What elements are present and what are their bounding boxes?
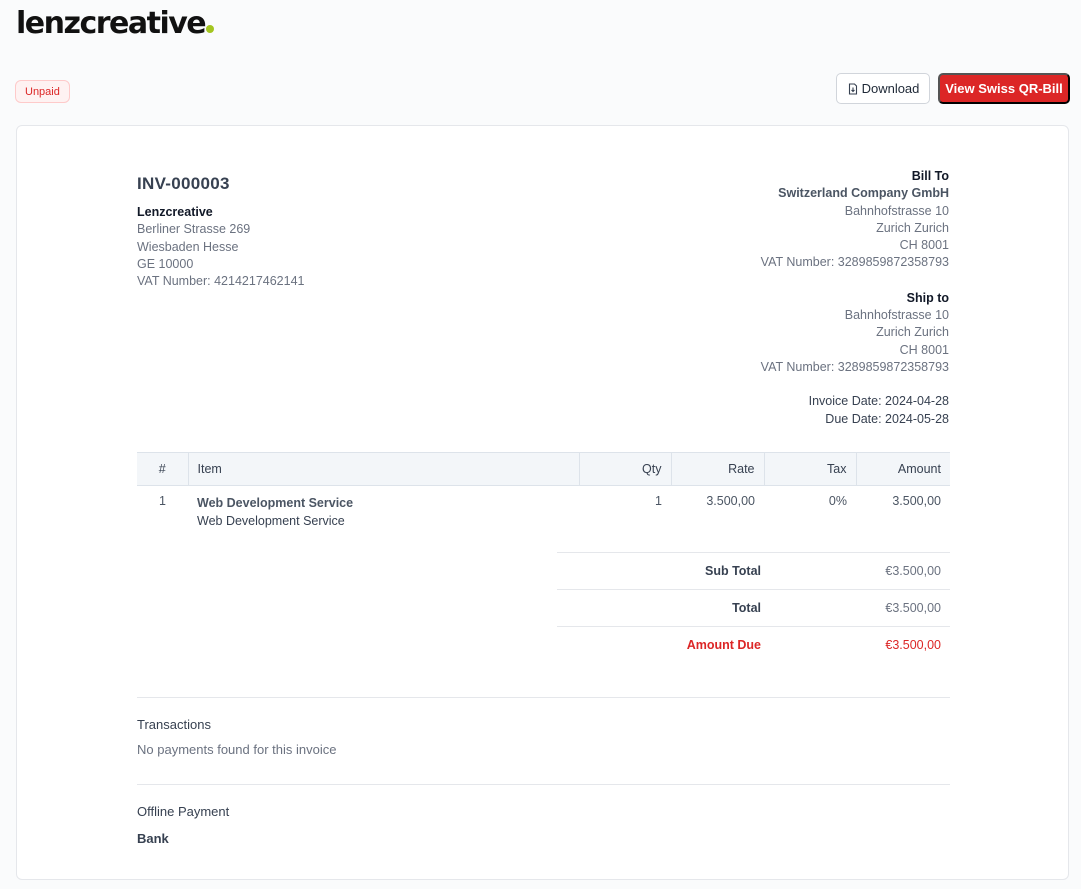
invoice-number: INV-000003 [137, 174, 230, 193]
col-item-header: Item [187, 452, 579, 486]
download-button[interactable]: Download [836, 73, 930, 104]
sender-name: Lenzcreative [137, 205, 213, 219]
col-rate-header: Rate [670, 452, 764, 486]
status-badge: Unpaid [15, 80, 70, 103]
row-tax: 0% [828, 494, 847, 508]
sender-city: Wiesbaden Hesse [137, 239, 239, 254]
divider [137, 784, 950, 785]
amount-due-value: €3.500,00 [885, 638, 941, 652]
offline-payment-title: Offline Payment [137, 804, 230, 819]
item-description: Web Development Service [197, 514, 345, 528]
divider [137, 697, 950, 698]
row-item: Web Development Service Web Development … [188, 486, 579, 531]
sub-total-row: Sub Total €3.500,00 [557, 552, 950, 589]
download-label: Download [861, 81, 920, 96]
bill-to-vat: VAT Number: 3289859872358793 [760, 255, 949, 270]
amount-due-label: Amount Due [686, 638, 761, 652]
table-row: 1 Web Development Service Web Developmen… [137, 486, 950, 531]
row-qty: 1 [655, 494, 662, 508]
amount-due-row: Amount Due €3.500,00 [557, 626, 950, 663]
col-tax-header: Tax [763, 452, 856, 486]
sender-postcode: GE 10000 [137, 256, 194, 271]
table-header-row: # Item Qty Rate Tax Amount [137, 452, 950, 486]
transactions-title: Transactions [137, 717, 211, 732]
file-download-icon [848, 82, 857, 95]
due-date: Due Date: 2024-05-28 [825, 411, 949, 426]
ship-to-postcode: CH 8001 [899, 342, 949, 357]
sender-street: Berliner Strasse 269 [137, 222, 251, 237]
transactions-empty-text: No payments found for this invoice [137, 742, 337, 757]
logo-dot [206, 25, 215, 33]
sender-vat: VAT Number: 4214217462141 [137, 274, 305, 289]
invoice-page: lenzcreative Unpaid Download View Swiss … [0, 0, 1081, 889]
view-qr-bill-button[interactable]: View Swiss QR-Bill [938, 73, 1070, 104]
row-rate: 3.500,00 [706, 494, 755, 508]
total-value: €3.500,00 [885, 601, 941, 615]
ship-to-vat: VAT Number: 3289859872358793 [760, 359, 949, 374]
totals-block: Sub Total €3.500,00 Total €3.500,00 Amou… [557, 552, 950, 663]
invoice-card: INV-000003 Lenzcreative Berliner Strasse… [16, 125, 1069, 880]
col-qty-header: Qty [578, 452, 671, 486]
sub-total-value: €3.500,00 [885, 564, 941, 578]
ship-to-heading: Ship to [906, 290, 949, 305]
col-number-header: # [137, 452, 188, 486]
bill-to-company: Switzerland Company GmbH [778, 186, 949, 201]
payment-method-bank: Bank [137, 831, 169, 846]
row-amount: 3.500,00 [892, 494, 941, 508]
bill-to-street: Bahnhofstrasse 10 [844, 203, 949, 218]
total-label: Total [732, 601, 761, 615]
sub-total-label: Sub Total [704, 564, 761, 578]
ship-to-city: Zurich Zurich [876, 325, 949, 340]
col-amount-header: Amount [855, 452, 950, 486]
bill-to-heading: Bill To [911, 169, 949, 183]
bill-to-postcode: CH 8001 [899, 238, 949, 253]
brand-logo[interactable]: lenzcreative [16, 6, 215, 41]
item-title: Web Development Service [197, 496, 354, 510]
line-items-table: # Item Qty Rate Tax Amount 1 Web Develop… [137, 452, 950, 530]
recipient-block: Bill To Switzerland Company GmbH Bahnhof… [761, 168, 949, 428]
logo-text: lenzcreative [16, 6, 207, 41]
sender-address: Lenzcreative Berliner Strasse 269 Wiesba… [137, 204, 304, 290]
total-row: Total €3.500,00 [557, 589, 950, 626]
invoice-date: Invoice Date: 2024-04-28 [808, 394, 949, 409]
ship-to-street: Bahnhofstrasse 10 [844, 308, 949, 323]
row-number: 1 [159, 494, 166, 508]
bill-to-city: Zurich Zurich [876, 220, 949, 235]
